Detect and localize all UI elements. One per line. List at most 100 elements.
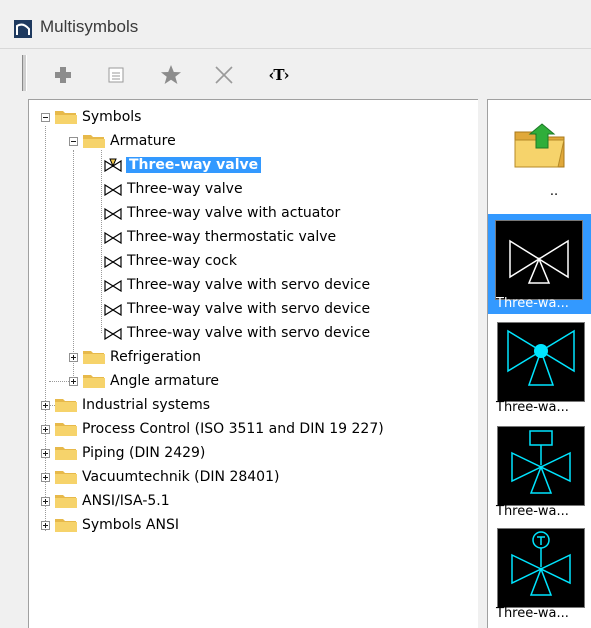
delete-button[interactable] <box>212 63 236 87</box>
tree-label: Three-way cock <box>127 253 237 269</box>
expand-icon[interactable] <box>69 352 78 362</box>
delete-x-icon <box>215 66 233 84</box>
tree-label: Vacuumtechnik (DIN 28401) <box>82 469 280 485</box>
tree-item[interactable]: Three-way thermostatic valve <box>103 225 336 249</box>
folder-up-icon <box>514 123 565 168</box>
tree-node-ansi-isa[interactable]: ANSI/ISA-5.1 <box>41 489 170 513</box>
add-button[interactable] <box>51 63 75 87</box>
tree-label: Three-way valve with servo device <box>127 325 371 341</box>
folder-icon <box>55 447 77 460</box>
tree-node-armature[interactable]: Armature <box>69 129 176 153</box>
symbol-thumbnail <box>497 322 585 402</box>
folder-icon <box>83 351 105 364</box>
preview-item[interactable]: Three-wa... <box>488 318 591 418</box>
toolbar-grip[interactable] <box>22 55 27 91</box>
tree-guide <box>49 381 69 383</box>
text-tool-label: ‹T› <box>268 66 290 84</box>
valve-icon <box>104 303 122 316</box>
folder-icon <box>55 471 77 484</box>
expand-icon[interactable] <box>41 424 50 434</box>
expand-icon[interactable] <box>41 472 50 482</box>
tree-node-process-control[interactable]: Process Control (ISO 3511 and DIN 19 227… <box>41 417 384 441</box>
folder-open-icon <box>83 135 105 148</box>
collapse-icon[interactable] <box>41 112 50 122</box>
properties-button[interactable] <box>104 63 128 87</box>
text-tool-button[interactable]: ‹T› <box>264 63 294 87</box>
three-way-cock-icon <box>507 329 575 386</box>
valve-icon <box>104 255 122 268</box>
favorite-star-icon <box>161 65 181 84</box>
symbol-tree[interactable]: Symbols Armature Three-way valve Three-w… <box>28 99 479 628</box>
preview-item[interactable]: Three-wa... <box>488 422 591 522</box>
preview-item[interactable]: Three-wa... <box>488 524 591 624</box>
tree-label: Three-way valve with servo device <box>127 301 371 317</box>
tree-label: Symbols <box>82 109 142 125</box>
tree-node-angle-armature[interactable]: Angle armature <box>69 369 219 393</box>
expand-icon[interactable] <box>41 400 50 410</box>
expand-icon[interactable] <box>41 448 50 458</box>
expand-icon[interactable] <box>69 376 78 386</box>
tree-label: Armature <box>110 133 176 149</box>
valve-icon <box>104 279 122 292</box>
tree-item-three-way-valve-selected[interactable]: Three-way valve <box>103 153 262 177</box>
tree-label: ANSI/ISA-5.1 <box>82 493 170 509</box>
tree-item[interactable]: Three-way valve with servo device <box>103 321 370 345</box>
tree-label: Piping (DIN 2429) <box>82 445 206 461</box>
three-way-valve-icon <box>104 158 122 172</box>
parent-folder-item[interactable]: .. <box>488 106 591 206</box>
panel-splitter[interactable] <box>478 99 486 628</box>
folder-icon <box>55 423 77 436</box>
expand-icon[interactable] <box>41 496 50 506</box>
properties-icon <box>108 67 124 83</box>
tree-label: Three-way valve with actuator <box>127 205 341 221</box>
valve-icon <box>104 231 122 244</box>
symbol-thumbnail <box>497 528 585 608</box>
tree-label: Refrigeration <box>110 349 201 365</box>
symbol-thumbnail <box>497 426 585 506</box>
tree-label: Process Control (ISO 3511 and DIN 19 227… <box>82 421 384 437</box>
tree-node-piping[interactable]: Piping (DIN 2429) <box>41 441 205 465</box>
tree-node-vacuumtechnik[interactable]: Vacuumtechnik (DIN 28401) <box>41 465 279 489</box>
valve-servo-icon <box>511 430 571 494</box>
window-title: Multisymbols <box>40 17 139 36</box>
tree-label: Three-way valve with servo device <box>127 277 371 293</box>
three-way-valve-icon <box>509 239 569 284</box>
tree-item[interactable]: Three-way valve with actuator <box>103 201 340 225</box>
collapse-icon[interactable] <box>69 136 78 146</box>
parent-folder-label: .. <box>549 184 559 199</box>
tree-item[interactable]: Three-way cock <box>103 249 237 273</box>
folder-open-icon <box>55 111 77 124</box>
folder-icon <box>55 399 77 412</box>
app-icon <box>14 20 32 38</box>
folder-icon <box>55 519 77 532</box>
tree-label: Industrial systems <box>82 397 211 413</box>
valve-icon <box>104 183 122 196</box>
tree-label: Three-way thermostatic valve <box>127 229 337 245</box>
expand-icon[interactable] <box>41 520 50 530</box>
tree-node-refrigeration[interactable]: Refrigeration <box>69 345 201 369</box>
symbol-preview-list[interactable]: .. Three-wa... Three-wa... Three-wa... T… <box>487 99 591 628</box>
add-icon <box>55 67 71 83</box>
preview-caption: Three-wa... <box>496 400 569 415</box>
preview-caption: Three-wa... <box>496 504 569 519</box>
symbol-thumbnail <box>495 220 583 300</box>
valve-icon <box>104 327 122 340</box>
tree-item[interactable]: Three-way valve <box>103 177 243 201</box>
tree-label: Three-way valve <box>126 157 262 173</box>
preview-caption: Three-wa... <box>496 606 569 621</box>
tree-label: Symbols ANSI <box>82 517 179 533</box>
favorite-button[interactable] <box>159 63 183 87</box>
folder-icon <box>55 495 77 508</box>
tree-label: Angle armature <box>110 373 220 389</box>
preview-item-selected[interactable]: Three-wa... <box>488 214 591 314</box>
toolbar: ‹T› <box>0 55 591 95</box>
tree-node-industrial-systems[interactable]: Industrial systems <box>41 393 210 417</box>
title-bar: Multisymbols <box>0 8 591 49</box>
valve-icon <box>104 207 122 220</box>
tree-item[interactable]: Three-way valve with servo device <box>103 273 370 297</box>
tree-item[interactable]: Three-way valve with servo device <box>103 297 370 321</box>
tree-node-symbols[interactable]: Symbols <box>41 105 141 129</box>
tree-node-symbols-ansi[interactable]: Symbols ANSI <box>41 513 179 537</box>
preview-caption: Three-wa... <box>496 296 569 311</box>
folder-icon <box>83 375 105 388</box>
